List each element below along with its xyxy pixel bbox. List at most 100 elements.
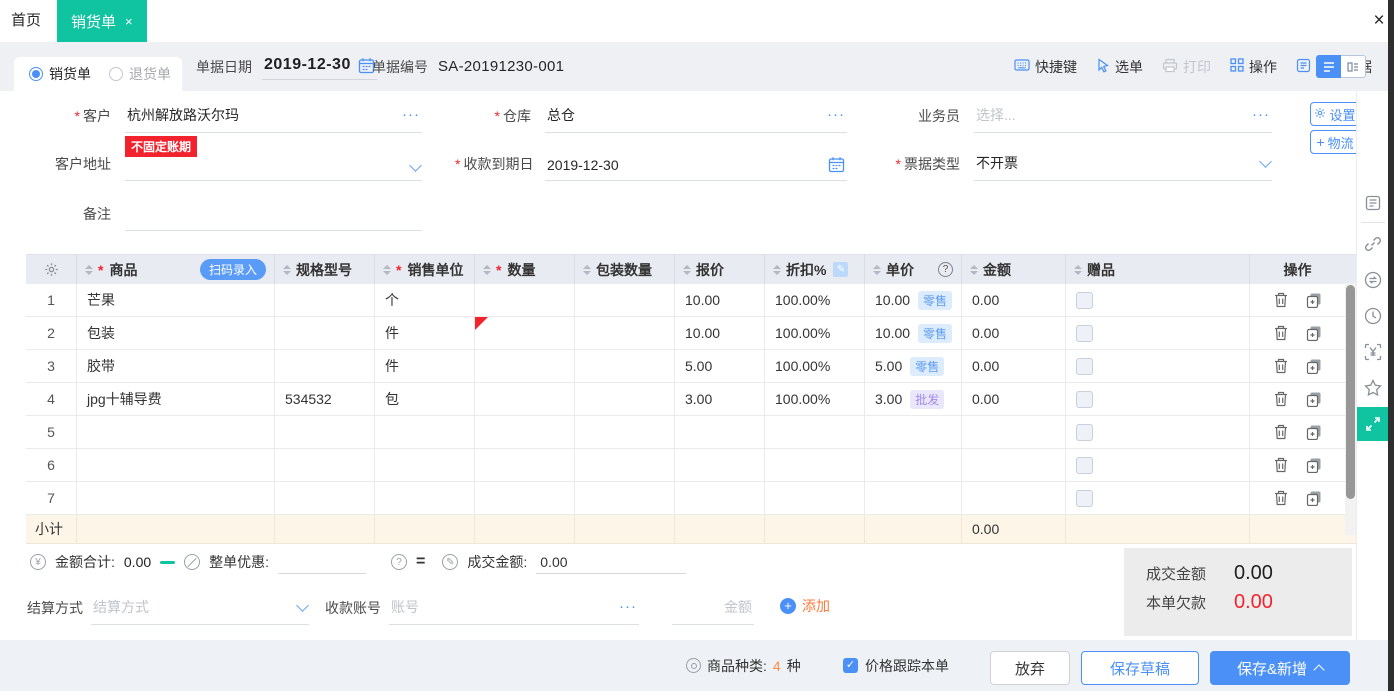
gift-checkbox[interactable] (1076, 325, 1093, 342)
cell-product[interactable]: 芒果 (77, 284, 275, 316)
cell-unit[interactable]: 件 (375, 350, 475, 382)
price-track-checkbox[interactable]: ✓ 价格跟踪本单 (843, 640, 949, 691)
cell-price[interactable] (865, 482, 962, 514)
cell-unit[interactable]: 件 (375, 317, 475, 349)
column-header-qty[interactable]: *数量 (475, 255, 575, 284)
cell-spec[interactable] (275, 449, 375, 481)
delete-row-icon[interactable] (1274, 391, 1288, 407)
account-more-icon[interactable]: ··· (619, 603, 637, 611)
chevron-down-icon[interactable] (296, 599, 309, 612)
column-header-amount[interactable]: 金额 (962, 255, 1066, 284)
delete-row-icon[interactable] (1274, 457, 1288, 473)
cell-product[interactable]: jpg十辅导费 (77, 383, 275, 415)
cell-spec[interactable]: 534532 (275, 383, 375, 415)
cell-quote[interactable] (675, 416, 765, 448)
customer-input[interactable]: 杭州解放路沃尔玛 ··· (125, 105, 422, 133)
sort-icon[interactable] (85, 265, 93, 275)
calendar-icon[interactable] (828, 156, 845, 173)
help-icon[interactable]: ? (938, 262, 953, 277)
copy-row-icon[interactable] (1306, 490, 1322, 506)
cell-discount[interactable]: 100.00% (765, 383, 865, 415)
delete-row-icon[interactable] (1274, 292, 1288, 308)
salesman-input[interactable]: 选择... ··· (974, 105, 1272, 133)
radio-return-order[interactable]: 退货单 (109, 64, 171, 84)
column-header-gift[interactable]: 赠品 (1066, 255, 1250, 284)
cell-spec[interactable] (275, 416, 375, 448)
cell-quote[interactable]: 10.00 (675, 284, 765, 316)
sort-icon[interactable] (683, 265, 691, 275)
link-icon[interactable] (1363, 234, 1383, 254)
cell-spec[interactable] (275, 350, 375, 382)
cell-amount[interactable] (962, 449, 1066, 481)
cell-unit[interactable]: 包 (375, 383, 475, 415)
add-payment-button[interactable]: + 添加 (780, 596, 830, 616)
cell-amount[interactable]: 0.00 (962, 350, 1066, 382)
cell-pkg[interactable] (575, 284, 675, 316)
copy-row-icon[interactable] (1306, 358, 1322, 374)
receiving-account-input[interactable]: 账号 ··· (389, 597, 639, 625)
invoice-type-select[interactable]: 不开票 (974, 153, 1272, 181)
warehouse-more-icon[interactable]: ··· (827, 111, 845, 119)
cell-qty[interactable] (475, 350, 575, 382)
cell-discount[interactable] (765, 449, 865, 481)
column-header-quote[interactable]: 报价 (675, 255, 765, 284)
sort-icon[interactable] (1074, 265, 1082, 275)
final-amount-input[interactable]: 0.00 (536, 550, 686, 574)
sort-icon[interactable] (483, 265, 491, 275)
radio-sales-order[interactable]: 销货单 (29, 64, 91, 84)
cell-quote[interactable]: 3.00 (675, 383, 765, 415)
cell-product[interactable] (77, 449, 275, 481)
currency-icon[interactable] (1363, 342, 1383, 362)
tab-close-icon[interactable]: × (125, 15, 133, 28)
warehouse-input[interactable]: 总仓 ··· (545, 105, 847, 133)
price-type-tag[interactable]: 批发 (910, 390, 944, 409)
chevron-down-icon[interactable] (1259, 155, 1272, 168)
cell-qty[interactable] (475, 317, 575, 349)
copy-row-icon[interactable] (1306, 457, 1322, 473)
salesman-more-icon[interactable]: ··· (1252, 111, 1270, 119)
cell-unit[interactable] (375, 416, 475, 448)
column-header-pkg[interactable]: 包装数量 (575, 255, 675, 284)
cell-spec[interactable] (275, 284, 375, 316)
sort-icon[interactable] (970, 265, 978, 275)
price-type-tag[interactable]: 零售 (918, 291, 952, 310)
cell-discount[interactable]: 100.00% (765, 317, 865, 349)
sort-icon[interactable] (583, 265, 591, 275)
column-header-unit[interactable]: *销售单位 (375, 255, 475, 284)
list-view-toggle[interactable] (1316, 55, 1341, 78)
scan-input-button[interactable]: 扫码录入 (200, 259, 266, 280)
cell-discount[interactable] (765, 416, 865, 448)
cell-quote[interactable]: 5.00 (675, 350, 765, 382)
copy-row-icon[interactable] (1306, 292, 1322, 308)
column-header-product[interactable]: *商品扫码录入 (77, 255, 275, 284)
address-select[interactable] (125, 161, 422, 181)
card-view-toggle[interactable] (1341, 55, 1366, 78)
cell-product[interactable]: 胶带 (77, 350, 275, 382)
column-header-price[interactable]: 单价? (865, 255, 962, 284)
copy-row-icon[interactable] (1306, 391, 1322, 407)
history-clock-icon[interactable] (1363, 306, 1383, 326)
gift-checkbox[interactable] (1076, 391, 1093, 408)
cell-discount[interactable] (765, 482, 865, 514)
cell-amount[interactable]: 0.00 (962, 317, 1066, 349)
cell-quote[interactable] (675, 449, 765, 481)
cell-amount[interactable]: 0.00 (962, 284, 1066, 316)
star-icon[interactable] (1363, 378, 1383, 398)
pick-order-button[interactable]: 选单 (1096, 57, 1143, 77)
settlement-method-select[interactable]: 结算方式 (91, 597, 309, 625)
cell-amount[interactable] (962, 416, 1066, 448)
cell-pkg[interactable] (575, 350, 675, 382)
help-circle-icon[interactable]: ? (391, 554, 407, 570)
batch-edit-icon[interactable]: ✎ (833, 262, 848, 277)
cell-product[interactable]: 包装 (77, 317, 275, 349)
payment-amount-input[interactable]: 金额 (672, 597, 754, 625)
cell-pkg[interactable] (575, 317, 675, 349)
cell-pkg[interactable] (575, 449, 675, 481)
order-discount-input[interactable] (278, 550, 366, 574)
cell-unit[interactable] (375, 482, 475, 514)
cell-pkg[interactable] (575, 416, 675, 448)
customer-more-icon[interactable]: ··· (402, 111, 420, 119)
settings-button[interactable]: 设置 (1310, 102, 1360, 126)
cell-qty[interactable] (475, 383, 575, 415)
column-header-spec[interactable]: 规格型号 (275, 255, 375, 284)
